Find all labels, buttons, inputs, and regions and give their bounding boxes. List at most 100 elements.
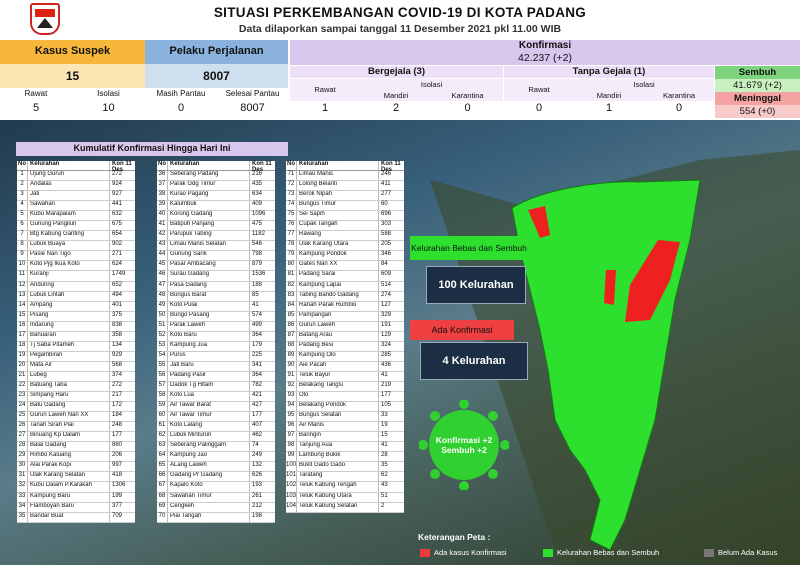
row-kelurahan: Flamboyan Baru bbox=[28, 502, 110, 512]
table-row: 21 Lubeg 374 bbox=[17, 371, 135, 382]
table-row: 95 Bungus Selatan 33 bbox=[286, 412, 404, 423]
row-number: 62 bbox=[157, 432, 168, 442]
row-number: 100 bbox=[286, 462, 297, 472]
table-row: 56 Padang Pasir 364 bbox=[157, 371, 275, 382]
ada-label: Ada Konfirmasi bbox=[410, 320, 514, 340]
row-number: 56 bbox=[157, 371, 168, 381]
row-number: 41 bbox=[157, 221, 168, 231]
row-number: 16 bbox=[17, 321, 28, 331]
pelaku-pantau-label: Masih Pantau bbox=[156, 89, 206, 99]
table-row: 15 Pisang 375 bbox=[17, 311, 135, 322]
row-number: 72 bbox=[286, 181, 297, 191]
row-kelurahan: Koto Baru bbox=[168, 331, 250, 341]
table-row: 43 Limau Manis Selatan 546 bbox=[157, 241, 275, 252]
table-row: 78 Ulak Karang Utara 205 bbox=[286, 241, 404, 252]
table-row: 44 Gunung Sarik 798 bbox=[157, 251, 275, 262]
row-konfirmasi: 15 bbox=[381, 432, 388, 439]
table-row: 62 Lubuk Minturun 462 bbox=[157, 432, 275, 443]
row-kelurahan: Bungus Barat bbox=[168, 291, 250, 301]
pelaku-selesai-label: Selesai Pantau bbox=[225, 89, 280, 99]
row-kelurahan: Tj Saba Pitameh bbox=[28, 341, 110, 351]
suspek-value: 15 bbox=[0, 64, 145, 88]
row-number: 46 bbox=[157, 271, 168, 281]
row-konfirmasi: 177 bbox=[381, 392, 392, 399]
row-konfirmasi: 246 bbox=[381, 171, 392, 177]
row-kelurahan: Alai Parak Kopi bbox=[28, 462, 110, 472]
row-kelurahan: Gunung Sarik bbox=[168, 251, 250, 261]
row-kelurahan: Anduring bbox=[28, 281, 110, 291]
row-konfirmasi: 43 bbox=[381, 482, 388, 489]
row-kelurahan: Dadok Tg Hitam bbox=[168, 381, 250, 392]
row-number: 85 bbox=[286, 311, 297, 321]
table-row: 92 Belakang Tangsi 219 bbox=[286, 381, 404, 393]
row-kelurahan: Cupak Tangah bbox=[297, 221, 379, 231]
row-kelurahan: Ulak Karang Utara bbox=[297, 241, 379, 251]
table-row: 6 Gunung Pangilun 675 bbox=[17, 221, 135, 232]
row-kelurahan: Cengkeh bbox=[168, 502, 250, 512]
row-number: 75 bbox=[286, 211, 297, 221]
tanpa-gejala-label: Tanpa Gejala (1) bbox=[504, 66, 714, 78]
table-row: 77 Rawang 588 bbox=[286, 231, 404, 242]
table-row: 9 Pasie Nan Tigo 271 bbox=[17, 251, 135, 262]
table-row: 68 Sawahan Timur 261 bbox=[157, 492, 275, 503]
row-number: 39 bbox=[157, 201, 168, 211]
row-number: 44 bbox=[157, 251, 168, 261]
table-row: 101 Taratang 62 bbox=[286, 472, 404, 483]
row-konfirmasi: 2 bbox=[381, 502, 385, 509]
table-row: 85 Pampangan 329 bbox=[286, 311, 404, 322]
row-kelurahan: Koto Lua bbox=[168, 392, 250, 402]
row-kelurahan: Pasa Gadang bbox=[168, 281, 250, 291]
row-konfirmasi: 172 bbox=[112, 402, 123, 409]
row-kelurahan: Kubu Dalam P.Karakah bbox=[28, 482, 110, 492]
row-konfirmasi: 924 bbox=[112, 181, 123, 188]
row-number: 36 bbox=[157, 171, 168, 181]
row-konfirmasi: 441 bbox=[112, 201, 123, 208]
table-row: 34 Flamboyan Baru 377 bbox=[17, 502, 135, 513]
row-konfirmasi: 568 bbox=[112, 361, 123, 368]
row-kelurahan: Air Tawar Barat bbox=[168, 402, 250, 412]
table-row: 82 Kampung Lapai 514 bbox=[286, 281, 404, 292]
row-number: 7 bbox=[17, 231, 28, 241]
row-number: 69 bbox=[157, 502, 168, 512]
row-konfirmasi: 272 bbox=[112, 171, 123, 177]
row-number: 47 bbox=[157, 281, 168, 291]
table-row: 50 Bungo Pasang 574 bbox=[157, 311, 275, 322]
row-number: 98 bbox=[286, 442, 297, 452]
row-number: 64 bbox=[157, 452, 168, 462]
table-row: 2 Andalas 924 bbox=[17, 181, 135, 192]
row-number: 5 bbox=[17, 211, 28, 221]
row-kelurahan: Lambung Bukik bbox=[297, 452, 379, 462]
table-row: 24 Batu Gadang 172 bbox=[17, 402, 135, 413]
row-kelurahan: Pegambiran bbox=[28, 351, 110, 361]
row-konfirmasi: 475 bbox=[252, 221, 263, 228]
row-konfirmasi: 217 bbox=[112, 392, 123, 399]
row-number: 40 bbox=[157, 211, 168, 221]
table-row: 16 Indarung 838 bbox=[17, 321, 135, 332]
row-number: 80 bbox=[286, 261, 297, 271]
legend-red-label: Ada kasus Konfirmasi bbox=[434, 548, 507, 557]
konfirmasi-value: 42.237 (+2) bbox=[290, 52, 800, 65]
row-kelurahan: Banuaran bbox=[28, 331, 110, 341]
table-row: 76 Cupak Tangah 303 bbox=[286, 221, 404, 232]
table-row: 32 Kubu Dalam P.Karakah 1306 bbox=[17, 482, 135, 493]
bergejala-label: Bergejala (3) bbox=[290, 66, 503, 78]
pelaku-label: Pelaku Perjalanan bbox=[145, 40, 288, 64]
row-kelurahan: Tanjung Aua bbox=[297, 442, 379, 452]
row-konfirmasi: 177 bbox=[112, 432, 123, 439]
table-row: 66 Gadang Pr Gadang 626 bbox=[157, 472, 275, 483]
row-number: 58 bbox=[157, 392, 168, 402]
row-konfirmasi: 997 bbox=[112, 462, 123, 469]
row-kelurahan: Parak Gdg Timur bbox=[168, 181, 250, 191]
row-number: 51 bbox=[157, 321, 168, 331]
row-konfirmasi: 1306 bbox=[112, 482, 126, 489]
row-number: 25 bbox=[17, 412, 28, 422]
row-kelurahan: Olo bbox=[297, 392, 379, 402]
row-konfirmasi: 261 bbox=[252, 492, 263, 499]
table-row: 75 Sei Sapih 696 bbox=[286, 211, 404, 222]
row-konfirmasi: 634 bbox=[252, 191, 263, 198]
row-kelurahan: Kuranji bbox=[28, 271, 110, 281]
row-kelurahan: Andalas bbox=[28, 181, 110, 191]
row-number: 21 bbox=[17, 371, 28, 381]
table-row: 73 Berok Nipah 277 bbox=[286, 191, 404, 202]
row-kelurahan: Kampung Olo bbox=[297, 351, 379, 361]
